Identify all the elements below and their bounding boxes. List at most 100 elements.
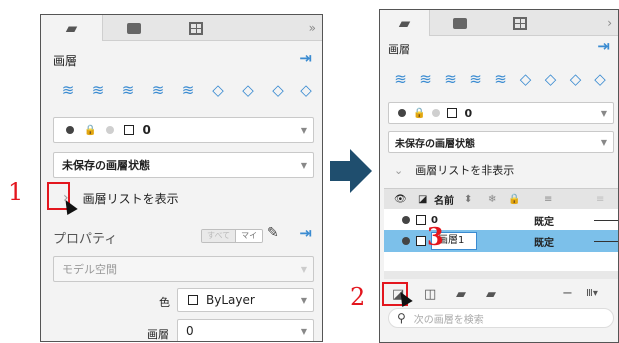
freeze-column-icon[interactable]: ❄: [488, 189, 496, 209]
sort-icon[interactable]: ⬍: [464, 189, 472, 209]
new-layer-icon[interactable]: ≋: [388, 70, 413, 88]
linetype-icon: [594, 240, 618, 242]
space-label: モデル空間: [62, 263, 117, 276]
layer-value: 0: [186, 324, 194, 338]
segment-all[interactable]: すべて: [202, 230, 236, 242]
chevron-down-icon: ▼: [300, 264, 307, 274]
annotation-number-2: 2: [350, 283, 366, 311]
layer-state-label: 未保存の画層状態: [62, 159, 150, 172]
annotation-number-3: 3: [427, 222, 444, 251]
table-tab-icon: [189, 21, 203, 35]
tab-table[interactable]: [490, 10, 550, 36]
layer-walk-icon[interactable]: ◇: [293, 81, 319, 99]
lock-column-icon[interactable]: 🔒: [508, 189, 520, 209]
name-column-icon: ◪: [418, 193, 428, 205]
layer-state-dropdown[interactable]: 未保存の画層状態 ▼: [388, 131, 614, 153]
expand-icon[interactable]: »: [309, 21, 316, 35]
new-layer-icon[interactable]: ≋: [53, 81, 83, 99]
expand-icon[interactable]: ›: [607, 16, 612, 30]
space-dropdown[interactable]: モデル空間 ▼: [53, 256, 314, 282]
quick-select-icon[interactable]: ✎: [267, 225, 279, 241]
horizontal-scrollbar[interactable]: [384, 271, 618, 279]
layer-toolbar: ≋ ≋ ≋ ≋ ≋ ◇ ◇ ◇ ◇: [53, 81, 319, 99]
layer-on-icon: [402, 216, 410, 224]
layer-state-label: 未保存の画層状態: [395, 138, 475, 150]
tab-blocks[interactable]: [430, 10, 490, 36]
chevron-down-icon: ▼: [600, 137, 607, 147]
layer-on-icon: [402, 237, 410, 245]
color-swatch: [416, 215, 426, 225]
layer-dropdown[interactable]: 0 ▼: [177, 319, 314, 341]
extra-column-icon[interactable]: ≡: [596, 189, 604, 209]
chevron-down-icon: ⌄: [394, 163, 404, 177]
layer-isolate-icon[interactable]: ≋: [173, 81, 203, 99]
layer-freeze-icon[interactable]: ◇: [538, 70, 563, 88]
export-icon[interactable]: ⇥: [299, 49, 312, 67]
layer-state-icon[interactable]: ≋: [113, 81, 143, 99]
hide-layer-list-toggle[interactable]: ⌄ 画層リストを非表示: [388, 160, 514, 180]
panel-tabs: ▰ »: [41, 15, 322, 41]
export-icon[interactable]: ⇥: [597, 37, 610, 55]
layer-search-input[interactable]: ⚲ 次の画層を検索: [388, 308, 614, 328]
layer-description: 既定: [534, 216, 554, 228]
chevron-down-icon: ▼: [600, 108, 607, 118]
layer-lock-icon[interactable]: ◇: [263, 81, 293, 99]
layer-label: 画層: [147, 328, 169, 341]
layer-row-selected[interactable]: 画層1 既定: [384, 230, 618, 252]
segment-mine[interactable]: マイ: [235, 230, 263, 242]
column-filter-icon[interactable]: Ⅲ▾: [586, 288, 598, 299]
tab-table[interactable]: [165, 15, 227, 41]
tab-layers[interactable]: ▰: [41, 15, 103, 41]
layer-lock-icon[interactable]: ◇: [563, 70, 588, 88]
layer-on-icon: [66, 126, 74, 134]
freeze-icon: [106, 126, 115, 134]
color-swatch: [188, 295, 198, 305]
match-layer-icon[interactable]: ≋: [463, 70, 488, 88]
chevron-down-icon: ▼: [300, 326, 307, 336]
properties-title: プロパティ: [53, 232, 118, 247]
chevron-down-icon: ▼: [300, 160, 307, 170]
folder-icon[interactable]: ▰: [456, 287, 466, 302]
layer-freeze-icon[interactable]: ◇: [233, 81, 263, 99]
panel-title: 画層: [53, 54, 78, 68]
layer-off-icon[interactable]: ◇: [513, 70, 538, 88]
visibility-column-icon[interactable]: 👁: [394, 189, 407, 209]
table-tab-icon: [513, 16, 527, 30]
layer-props-icon[interactable]: ≋: [83, 81, 113, 99]
color-value: ByLayer: [206, 293, 255, 307]
tab-layers[interactable]: ▰: [380, 10, 430, 36]
match-layer-icon[interactable]: ≋: [143, 81, 173, 99]
layer-state-icon[interactable]: ≋: [438, 70, 463, 88]
group-filter-icon[interactable]: ▰: [486, 287, 496, 302]
freeze-icon: [432, 109, 441, 117]
chevron-down-icon: ▼: [300, 295, 307, 305]
new-layer-frozen-icon[interactable]: ◫: [424, 287, 436, 302]
current-layer-dropdown[interactable]: 🔒 0 ▼: [388, 102, 614, 124]
color-label: 色: [159, 296, 170, 309]
layer-list-header: 👁 ◪ 名前 ⬍ ❄ 🔒 ≡ ≡: [384, 189, 618, 209]
layer-off-icon[interactable]: ◇: [203, 81, 233, 99]
show-layer-list-label: 画層リストを表示: [82, 191, 179, 206]
layer-on-icon: [398, 109, 406, 117]
layer-description: 既定: [534, 237, 554, 249]
layer-walk-icon[interactable]: ◇: [588, 70, 612, 88]
tab-blocks[interactable]: [103, 15, 165, 41]
color-swatch: [124, 125, 135, 135]
layer-props-icon[interactable]: ≋: [413, 70, 438, 88]
layer-state-dropdown[interactable]: 未保存の画層状態 ▼: [53, 152, 314, 178]
current-layer-dropdown[interactable]: 🔒 0 ▼: [53, 117, 314, 143]
hide-layer-list-label: 画層リストを非表示: [415, 164, 515, 177]
description-column-icon[interactable]: ≡: [544, 189, 552, 209]
chevron-down-icon: ▼: [300, 125, 307, 135]
export-icon[interactable]: ⇥: [299, 224, 312, 242]
layer-row[interactable]: 0 既定: [384, 211, 618, 229]
layer-isolate-icon[interactable]: ≋: [488, 70, 513, 88]
delete-layer-icon[interactable]: −: [562, 286, 573, 301]
layer-panel-after: ▰ › 画層 ⇥ ≋ ≋ ≋ ≋ ≋ ◇ ◇ ◇ ◇ 🔒 0 ▼ 未保存の画層状…: [379, 9, 619, 343]
blocks-tab-icon: [127, 22, 141, 34]
lock-icon: 🔒: [413, 107, 426, 119]
annotation-number-1: 1: [8, 178, 24, 206]
name-column-header[interactable]: 名前: [434, 189, 454, 209]
color-dropdown[interactable]: ByLayer ▼: [177, 288, 314, 312]
lock-icon: 🔒: [84, 124, 97, 136]
